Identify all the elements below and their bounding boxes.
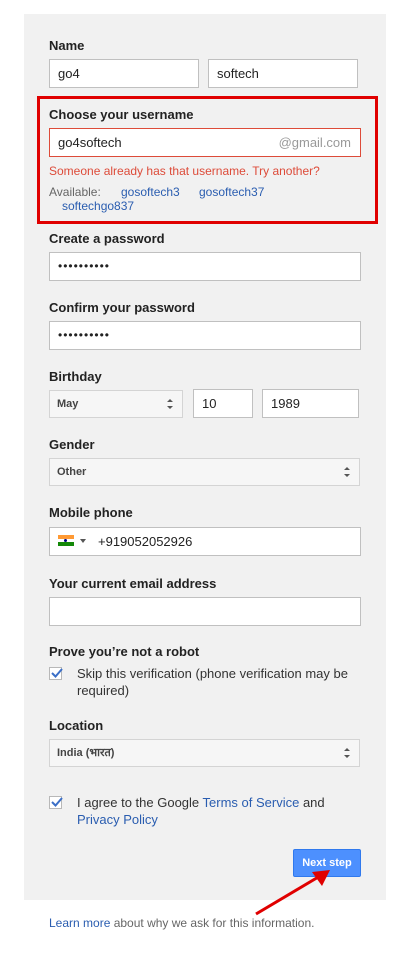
birth-month-value: May — [57, 398, 79, 410]
terms-and: and — [299, 795, 325, 810]
birthday-label: Birthday — [49, 369, 102, 384]
skip-verification-checkbox[interactable] — [49, 667, 63, 680]
birth-month-select[interactable]: May — [49, 390, 183, 418]
footer-rest: about why we ask for this information. — [110, 916, 315, 930]
learn-more-link[interactable]: Learn more — [49, 916, 110, 930]
gender-label: Gender — [49, 437, 95, 452]
updown-arrow-icon — [344, 467, 350, 477]
agree-terms-checkbox[interactable] — [49, 796, 63, 809]
name-label: Name — [49, 38, 85, 53]
red-arrow-annotation-icon — [255, 870, 330, 916]
username-suggestion[interactable]: gosoftech37 — [199, 185, 264, 199]
skip-verification-text-2: required) — [77, 683, 130, 698]
gmail-suffix: @gmail.com — [278, 135, 351, 150]
footer-text: Learn more about why we ask for this inf… — [49, 916, 314, 930]
username-error: Someone already has that username. Try a… — [49, 164, 320, 178]
mobile-input[interactable]: +919052052926 — [49, 527, 361, 556]
india-flag-icon[interactable] — [58, 535, 74, 546]
birth-year-input[interactable]: 1989 — [262, 389, 359, 418]
location-value: India (भारत) — [57, 747, 115, 759]
gender-select[interactable]: Other — [49, 458, 360, 486]
birth-day-input[interactable]: 10 — [193, 389, 253, 418]
available-label: Available: — [49, 185, 101, 199]
username-input[interactable]: go4softech @gmail.com — [49, 128, 361, 157]
chevron-down-icon[interactable] — [80, 539, 86, 543]
last-name-input[interactable]: softech — [208, 59, 358, 88]
current-email-input[interactable] — [49, 597, 361, 626]
username-label: Choose your username — [49, 107, 194, 122]
location-label: Location — [49, 718, 104, 733]
username-suggestion[interactable]: gosoftech3 — [121, 185, 180, 199]
terms-of-service-link[interactable]: Terms of Service — [203, 795, 300, 810]
checkmark-icon — [51, 668, 63, 678]
robot-label: Prove you’re not a robot — [49, 644, 200, 659]
first-name-input[interactable]: go4 — [49, 59, 199, 88]
checkmark-icon — [51, 797, 63, 807]
confirm-password-label: Confirm your password — [49, 300, 195, 315]
mobile-label: Mobile phone — [49, 505, 133, 520]
terms-text: I agree to the Google Terms of Service a… — [77, 795, 325, 810]
username-value: go4softech — [58, 135, 122, 150]
location-select[interactable]: India (भारत) — [49, 739, 360, 767]
updown-arrow-icon — [167, 399, 173, 409]
password-label: Create a password — [49, 231, 165, 246]
gender-value: Other — [57, 466, 87, 478]
password-input[interactable]: •••••••••• — [49, 252, 361, 281]
updown-arrow-icon — [344, 748, 350, 758]
username-suggestion[interactable]: softechgo837 — [62, 199, 134, 213]
terms-prefix: I agree to the Google — [77, 795, 203, 810]
confirm-password-input[interactable]: •••••••••• — [49, 321, 361, 350]
email-label: Your current email address — [49, 576, 217, 591]
privacy-policy-link[interactable]: Privacy Policy — [77, 812, 158, 827]
skip-verification-text: Skip this verification (phone verificati… — [77, 666, 348, 681]
